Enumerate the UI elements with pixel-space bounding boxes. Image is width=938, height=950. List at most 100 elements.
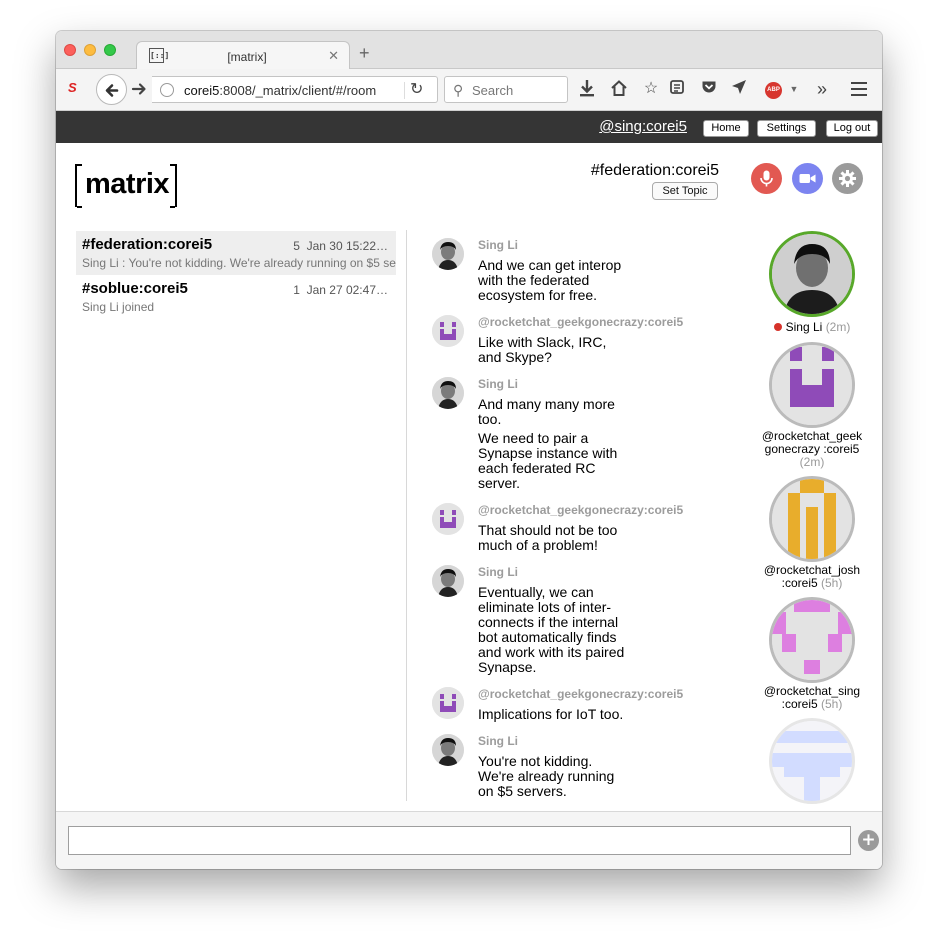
- search-icon: ⚲: [453, 82, 464, 98]
- message-text: You're not kidding. We're already runnin…: [478, 753, 615, 799]
- message-input[interactable]: [68, 826, 851, 855]
- new-tab-button[interactable]: +: [359, 44, 370, 62]
- room-list-time: Jan 27 02:47…: [306, 283, 388, 297]
- room-list-name: #soblue:corei5: [82, 280, 188, 297]
- pocket-icon[interactable]: [699, 79, 719, 99]
- identicon-avatar[interactable]: [432, 315, 464, 347]
- member-name-text: @rocketchat_geek gonecrazy :corei5: [761, 429, 863, 456]
- room-title: #federation:corei5: [590, 162, 719, 179]
- set-topic-button[interactable]: Set Topic: [652, 182, 718, 200]
- member-identicon-avatar[interactable]: [769, 342, 855, 428]
- back-button[interactable]: [96, 74, 127, 105]
- message-sender[interactable]: @rocketchat_geekgonecrazy:corei5: [478, 503, 683, 517]
- send-icon[interactable]: [729, 79, 749, 99]
- tab-title: [matrix]: [227, 50, 267, 64]
- room-list-item-soblue[interactable]: #soblue:corei5 1 Jan 27 02:47… Sing Li j…: [76, 275, 396, 319]
- member-identicon-avatar[interactable]: [769, 718, 855, 804]
- room-list-meta: 1 Jan 27 02:47…: [293, 283, 388, 297]
- voice-call-button[interactable]: [751, 163, 782, 194]
- hamburger-menu-icon[interactable]: [851, 82, 867, 96]
- message-text: And we can get interop with the federate…: [478, 257, 622, 303]
- message-text: Implications for IoT too.: [478, 706, 624, 722]
- nav-bar: S corei5:8008/_matrix/client/#/room ↻ ⚲ …: [56, 69, 882, 111]
- photo-avatar[interactable]: [432, 565, 464, 597]
- panel-divider: [406, 230, 407, 801]
- member-unnamed[interactable]: [754, 718, 864, 804]
- member-rocketchat-sing[interactable]: @rocketchat_sing :corei5 (5h): [754, 597, 864, 712]
- message-sender[interactable]: Sing Li: [478, 565, 518, 579]
- identicon-avatar[interactable]: [432, 503, 464, 535]
- unread-count: 1: [293, 283, 300, 297]
- message-text: We need to pair a Synapse instance with …: [478, 430, 618, 491]
- member-name: Sing Li (2m): [754, 321, 870, 334]
- browser-tab[interactable]: [::] [matrix] ✕: [136, 41, 350, 70]
- settings-button[interactable]: Settings: [757, 120, 816, 137]
- matrix-logo: matrix: [75, 164, 177, 208]
- home-icon[interactable]: [609, 79, 629, 99]
- logo-text: matrix: [85, 168, 170, 200]
- close-tab-icon[interactable]: ✕: [328, 48, 339, 64]
- member-last-active: (5h): [821, 697, 843, 711]
- member-rocketchat-geekgonecrazy[interactable]: @rocketchat_geek gonecrazy :corei5 (2m): [754, 342, 864, 470]
- forward-button[interactable]: [129, 79, 149, 99]
- message-sender[interactable]: @rocketchat_geekgonecrazy:corei5: [478, 315, 683, 329]
- extension-icon[interactable]: S: [68, 80, 88, 98]
- gear-icon: [839, 170, 856, 187]
- room-list-last-message: Sing Li joined: [82, 300, 155, 314]
- room-list-meta: 5 Jan 30 15:22…: [293, 239, 388, 253]
- bookmark-star-icon[interactable]: ☆: [641, 79, 661, 99]
- message-sender[interactable]: @rocketchat_geekgonecrazy:corei5: [478, 687, 683, 701]
- member-name: @rocketchat_sing :corei5 (5h): [754, 685, 870, 711]
- home-button[interactable]: Home: [703, 120, 749, 137]
- url-bar[interactable]: corei5:8008/_matrix/client/#/room ↻: [152, 76, 438, 103]
- message-text: And many many more too.: [478, 396, 615, 427]
- member-name: @rocketchat_josh :corei5 (5h): [754, 564, 870, 590]
- search-bar[interactable]: ⚲ Search: [444, 76, 568, 103]
- matrix-favicon-icon: [::]: [149, 48, 169, 63]
- member-name: @rocketchat_geek gonecrazy :corei5 (2m): [754, 430, 870, 469]
- user-id-link[interactable]: @sing:corei5: [599, 118, 687, 135]
- adblock-icon[interactable]: ABP: [765, 82, 782, 99]
- adblock-dropdown-icon[interactable]: ▼: [784, 79, 804, 99]
- url-host: corei5: [184, 83, 220, 98]
- reload-icon[interactable]: ↻: [410, 79, 423, 99]
- back-arrow-icon: [105, 84, 119, 97]
- member-sing-li[interactable]: Sing Li (2m): [754, 231, 864, 343]
- app-header: @sing:corei5 Home Settings Log out: [56, 111, 882, 143]
- message-sender[interactable]: Sing Li: [478, 238, 518, 252]
- minimize-window-button[interactable]: [84, 44, 96, 56]
- room-list-last-message: Sing Li : You're not kidding. We're alre…: [82, 256, 396, 270]
- url-separator: [404, 82, 405, 99]
- microphone-icon: [760, 170, 773, 187]
- member-photo-avatar[interactable]: [769, 231, 855, 317]
- photo-avatar[interactable]: [432, 734, 464, 766]
- room-settings-button[interactable]: [832, 163, 863, 194]
- member-last-active: (5h): [821, 576, 843, 590]
- room-list-item-federation[interactable]: #federation:corei5 5 Jan 30 15:22… Sing …: [76, 231, 396, 275]
- upload-plus-button[interactable]: +: [858, 830, 879, 851]
- url-path: :8008/_matrix/client/#/room: [219, 83, 377, 98]
- member-identicon-avatar[interactable]: [769, 476, 855, 562]
- unread-count: 5: [293, 239, 300, 253]
- tab-strip: [::] [matrix] ✕ +: [56, 31, 882, 70]
- url-text[interactable]: corei5:8008/_matrix/client/#/room: [184, 83, 376, 98]
- member-name-text: Sing Li: [785, 320, 823, 334]
- identicon-avatar[interactable]: [432, 687, 464, 719]
- zoom-window-button[interactable]: [104, 44, 116, 56]
- member-name-text: @rocketchat_sing :corei5: [763, 684, 861, 711]
- member-rocketchat-josh[interactable]: @rocketchat_josh :corei5 (5h): [754, 476, 864, 590]
- message-sender[interactable]: Sing Li: [478, 377, 518, 391]
- message-text: That should not be too much of a problem…: [478, 522, 618, 553]
- message-sender[interactable]: Sing Li: [478, 734, 518, 748]
- photo-avatar[interactable]: [432, 377, 464, 409]
- photo-avatar[interactable]: [432, 238, 464, 270]
- video-call-button[interactable]: [792, 163, 823, 194]
- reading-list-icon[interactable]: [667, 79, 687, 99]
- download-icon[interactable]: [577, 79, 597, 99]
- logout-button[interactable]: Log out: [826, 120, 878, 137]
- member-identicon-avatar[interactable]: [769, 597, 855, 683]
- composer-bar: +: [56, 811, 882, 869]
- video-camera-icon: [799, 174, 816, 183]
- overflow-chevron-icon[interactable]: »: [812, 79, 832, 99]
- close-window-button[interactable]: [64, 44, 76, 56]
